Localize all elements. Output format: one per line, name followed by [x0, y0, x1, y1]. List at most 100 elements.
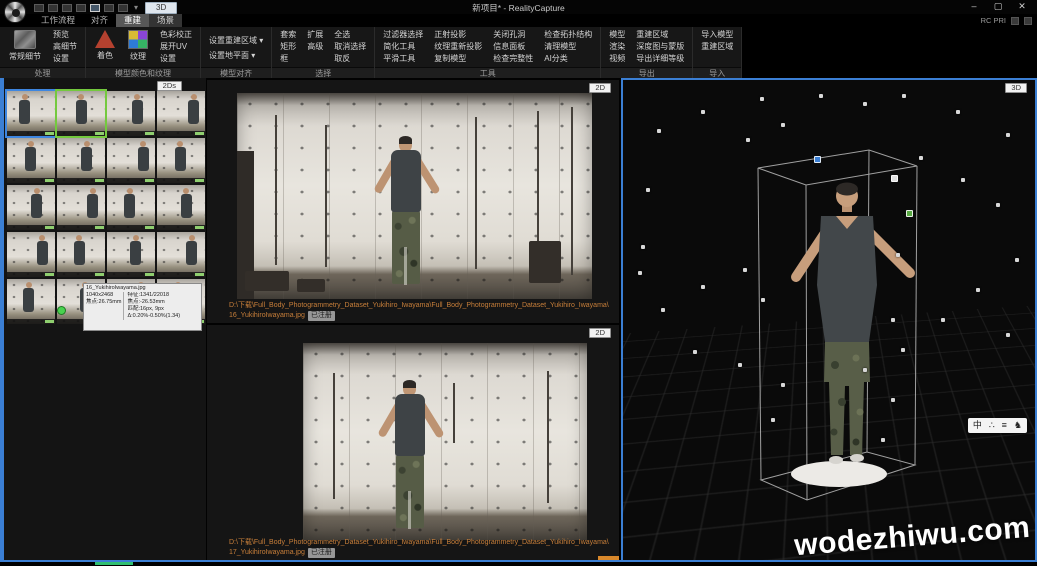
thumbnail[interactable] [157, 138, 205, 183]
ribbon-button[interactable]: 正射投影 [432, 29, 484, 41]
thumbnail[interactable] [57, 138, 105, 183]
tab-对齐[interactable]: 对齐 [83, 14, 116, 27]
ribbon-button[interactable]: 视频 [607, 53, 627, 65]
thumbnail[interactable] [7, 232, 55, 277]
pan-icon[interactable]: 中 [973, 419, 982, 432]
photo-view-16[interactable] [237, 93, 592, 299]
ribbon-button[interactable]: 关闭孔洞 [491, 29, 535, 41]
ribbon-menu-button[interactable]: 设置重建区域 ▾ [207, 33, 265, 48]
ribbon-button[interactable]: 扩展 [305, 29, 325, 41]
ribbon-button[interactable]: 高级 [305, 41, 325, 53]
ribbon-button[interactable]: 高细节 [51, 41, 79, 53]
camera-marker[interactable] [814, 156, 821, 163]
view-type-pill[interactable]: 2D [589, 83, 611, 93]
view-type-pill[interactable]: 3D [1005, 83, 1027, 93]
ribbon-button[interactable]: 检查完整性 [491, 53, 535, 65]
thumbnail[interactable] [107, 138, 155, 183]
close-button[interactable]: ✕ [1011, 0, 1033, 13]
thumbnail[interactable] [7, 91, 55, 136]
camera-dot [743, 268, 747, 272]
ribbon-button[interactable]: 重建区域 [634, 29, 686, 41]
ribbon-button[interactable]: 框 [278, 53, 298, 65]
ribbon-button[interactable]: 检查拓扑结构 [542, 29, 594, 41]
ribbon-button[interactable]: 模型 [607, 29, 627, 41]
camera-dot [638, 271, 642, 275]
photo-view-17[interactable] [303, 343, 587, 540]
thumbnail-image [107, 91, 155, 136]
thumbnail[interactable] [7, 279, 55, 324]
thumbnail[interactable] [107, 232, 155, 277]
app-logo-icon[interactable] [4, 1, 26, 23]
ribbon-button[interactable]: 预览 [51, 29, 79, 41]
ribbon-right: RC PRI [981, 16, 1032, 25]
orbit-icon[interactable]: ∴ [989, 419, 995, 432]
light-stand [453, 383, 455, 443]
view-3d[interactable]: 3D [621, 78, 1037, 562]
ribbon-button[interactable]: 渲染 [607, 41, 627, 53]
light-stand [571, 107, 573, 275]
thumbnail-image [157, 185, 205, 230]
thumbnail[interactable] [7, 185, 55, 230]
thumbnail[interactable] [7, 138, 55, 183]
minimize-button[interactable]: – [963, 0, 985, 13]
ribbon-button[interactable]: 过滤器选择 [381, 29, 425, 41]
ribbon-button[interactable]: AI分类 [542, 53, 594, 65]
ribbon-button[interactable]: 导出详细等级 [634, 53, 686, 65]
view-2d-top[interactable]: 2D D:\下载\Full_Body_Photogrammetry_Datase… [207, 80, 619, 323]
bars-icon[interactable]: ≡ [1002, 419, 1007, 432]
ribbon-button[interactable]: 清理模型 [542, 41, 594, 53]
ribbon-button[interactable]: 全选 [332, 29, 368, 41]
texture-button[interactable]: 纹理 [125, 29, 151, 63]
ribbon-button[interactable]: 展开UV [158, 41, 194, 53]
fly-icon[interactable]: ♞ [1014, 419, 1022, 432]
thumbnail[interactable] [57, 185, 105, 230]
colorize-button[interactable]: 着色 [92, 29, 118, 62]
normal-detail-icon [14, 30, 36, 49]
ribbon-button[interactable]: 深度图与蒙版 [634, 41, 686, 53]
title-bar: ▾ 3D 新项目* - RealityCapture – ▢ ✕ [0, 0, 1037, 14]
tab-工作流程[interactable]: 工作流程 [33, 14, 83, 27]
view3d-toolbar: 中 ∴ ≡ ♞ [968, 418, 1027, 433]
help-icon[interactable] [1011, 17, 1019, 25]
ribbon-button[interactable]: 重建区域 [699, 41, 735, 53]
horizontal-scrollbar[interactable] [598, 556, 619, 560]
ribbon-button[interactable]: 取消选择 [332, 41, 368, 53]
ribbon-button[interactable]: 平滑工具 [381, 53, 425, 65]
camera-marker[interactable] [891, 175, 898, 182]
camera-marker[interactable] [906, 210, 913, 217]
registered-badge: 已注册 [308, 311, 335, 321]
account-icon[interactable] [1024, 17, 1032, 25]
thumbnail[interactable] [57, 232, 105, 277]
ribbon-button[interactable]: 设置 [158, 53, 194, 65]
ribbon-button[interactable]: 色彩校正 [158, 29, 194, 41]
normal-detail-button[interactable]: 常规细节 [6, 29, 44, 63]
tab-场景[interactable]: 场景 [149, 14, 182, 27]
thumbnail[interactable] [57, 91, 105, 136]
ribbon-button[interactable]: 套索 [278, 29, 298, 41]
thumbnail[interactable] [107, 91, 155, 136]
camera-dot [901, 348, 905, 352]
ribbon-button[interactable]: 矩形 [278, 41, 298, 53]
ribbon-group-label: 处理 [0, 67, 85, 78]
ribbon-button[interactable]: 信息面板 [491, 41, 535, 53]
ribbon-button[interactable]: 取反 [332, 53, 368, 65]
thumbnail[interactable] [157, 91, 205, 136]
thumbnail-image [157, 232, 205, 277]
panel-type-pill[interactable]: 2Ds [157, 81, 182, 91]
ribbon-button[interactable]: 纹理重新投影 [432, 41, 484, 53]
thumbnail[interactable] [107, 185, 155, 230]
thumbnail[interactable] [157, 185, 205, 230]
ribbon-button[interactable]: 复制模型 [432, 53, 484, 65]
ribbon-button[interactable]: 简化工具 [381, 41, 425, 53]
ribbon-button[interactable]: 导入模型 [699, 29, 735, 41]
view-type-pill[interactable]: 2D [589, 328, 611, 338]
light-stand [275, 115, 277, 265]
maximize-button[interactable]: ▢ [987, 0, 1009, 13]
thumbnail[interactable] [157, 232, 205, 277]
ribbon-tabs: 工作流程对齐重建场景 [0, 14, 1037, 27]
thumbnail-image [7, 232, 55, 277]
ribbon-menu-button[interactable]: 设置地平面 ▾ [207, 48, 265, 63]
tab-重建[interactable]: 重建 [116, 14, 149, 27]
view-2d-bottom[interactable]: 2D D:\下载\Full_Body_Photogrammetry_Datase… [207, 325, 619, 560]
ribbon-button[interactable]: 设置 [51, 53, 79, 65]
